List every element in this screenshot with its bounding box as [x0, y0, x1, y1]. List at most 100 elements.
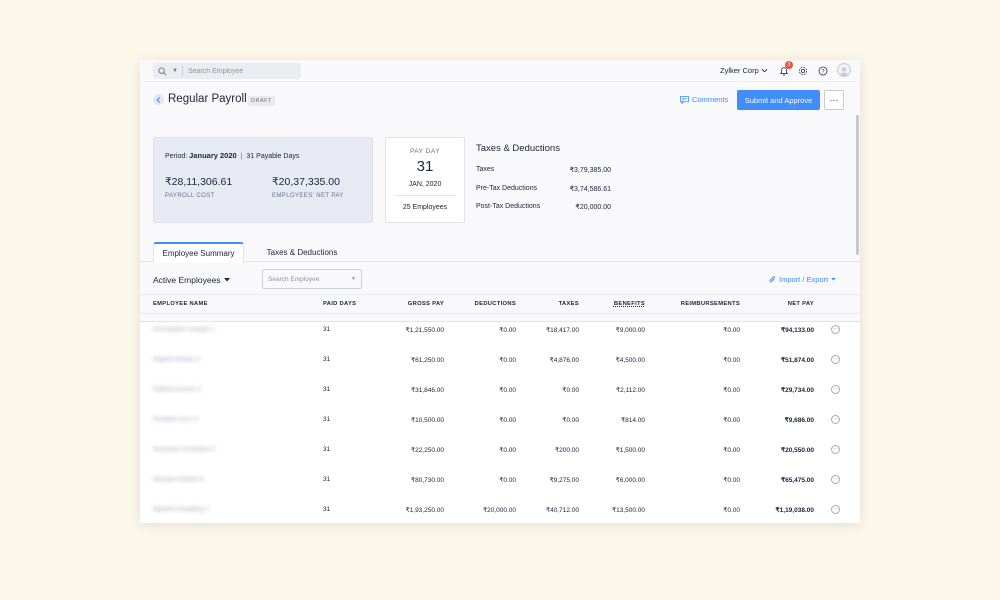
payable-days: 31 Payable Days — [246, 153, 300, 160]
column-header-benefits[interactable]: BENEFITS — [585, 301, 645, 307]
more-options-button[interactable]: ··· — [824, 90, 844, 110]
employee-name[interactable]: Sathish Kumar 3 — [153, 386, 201, 393]
pre-tax-label: Pre-Tax Deductions — [476, 185, 538, 192]
taxes-cell: ₹0.00 — [562, 387, 579, 394]
gear-icon[interactable] — [796, 64, 810, 78]
table-row[interactable]: Manish Chowdhry 7 31 ₹1,93,250.00 ₹20,000.0… — [140, 495, 860, 523]
column-header-net-pay[interactable]: NET PAY — [754, 301, 814, 307]
column-header-reimbursements[interactable]: REIMBURSEMENTS — [660, 301, 740, 307]
reimbursements-cell: ₹0.00 — [723, 507, 740, 514]
employee-name[interactable]: Manish Chowdhry 7 — [153, 506, 210, 513]
benefits-cell: ₹13,500.00 — [611, 507, 645, 514]
divider — [396, 195, 456, 196]
table-row[interactable]: Sathish Kumar 3 31 ₹31,846.00 ₹0.00 ₹0.00 ₹2,… — [140, 375, 860, 405]
employee-name[interactable]: Kumaran Chandran 5 — [153, 446, 215, 453]
gross-pay-cell: ₹80,730.00 — [410, 477, 444, 484]
period-prefix: Period: — [165, 153, 188, 160]
reimbursements-cell: ₹0.00 — [723, 417, 740, 424]
net-pay-cell: ₹20,550.00 — [780, 447, 814, 454]
chevron-left-icon — [156, 96, 161, 103]
employee-name[interactable]: Christopher Joseph 1 — [153, 326, 215, 333]
taxes-cell: ₹4,876.00 — [549, 357, 579, 364]
payroll-cost-label: PAYROLL COST — [165, 193, 215, 199]
reimbursements-cell: ₹0.00 — [723, 327, 740, 334]
taxes-cell: ₹0.00 — [562, 417, 579, 424]
net-pay-cell: ₹9,686.00 — [784, 417, 814, 424]
row-more-options-icon[interactable]: ··· — [831, 355, 840, 364]
page-title: Regular Payroll — [168, 93, 247, 105]
net-pay-cell: ₹1,19,038.00 — [775, 507, 814, 514]
period-card: Period: January 2020 | 31 Payable Days ₹… — [153, 137, 373, 223]
row-more-options-icon[interactable]: ··· — [831, 505, 840, 514]
chevron-down-icon[interactable]: ▼ — [172, 68, 178, 74]
net-pay-cell: ₹94,133.00 — [780, 327, 814, 334]
pre-tax-value: ₹3,74,586.61 — [569, 186, 611, 193]
employee-name[interactable]: Gautam Karthik 6 — [153, 476, 204, 483]
comments-link[interactable]: Comments — [680, 95, 728, 104]
benefits-cell: ₹1,500.00 — [615, 447, 645, 454]
table-row[interactable]: Christopher Joseph 1 31 ₹1,21,550.00 ₹0.00 ₹… — [140, 315, 860, 345]
org-switcher[interactable]: Zylker Corp — [720, 66, 768, 75]
table-row[interactable]: Pandian Arun 4 31 ₹10,500.00 ₹0.00 ₹0.00 ₹814… — [140, 405, 860, 435]
benefits-cell: ₹6,000.00 — [615, 477, 645, 484]
chevron-down-icon[interactable]: ▼ — [351, 276, 356, 282]
column-header-deductions[interactable]: DEDUCTIONS — [456, 301, 516, 307]
deductions-cell: ₹0.00 — [499, 327, 516, 334]
employee-name[interactable]: Pandian Arun 4 — [153, 416, 197, 423]
employee-name[interactable]: Rajesh Mohan 2 — [153, 356, 200, 363]
paid-days-cell: 31 — [323, 326, 331, 333]
avatar[interactable] — [837, 63, 851, 77]
table-row[interactable]: Kumaran Chandran 5 31 ₹22,250.00 ₹0.00 ₹200.… — [140, 435, 860, 465]
help-icon[interactable]: ? — [816, 64, 830, 78]
column-header-employee-name[interactable]: EMPLOYEE NAME — [153, 301, 208, 307]
deductions-cell: ₹0.00 — [499, 357, 516, 364]
benefits-cell: ₹814.00 — [620, 417, 645, 424]
top-bar: ▼ Zylker Corp 3 ? — [140, 60, 860, 82]
search-icon[interactable] — [158, 65, 170, 77]
search-input[interactable] — [187, 67, 298, 75]
benefits-cell: ₹2,112.00 — [616, 387, 645, 394]
net-pay-cell: ₹51,874.00 — [780, 357, 814, 364]
tab-taxes-deductions[interactable]: Taxes & Deductions — [258, 242, 346, 263]
taxes-deductions-title: Taxes & Deductions — [476, 143, 560, 154]
row-more-options-icon[interactable]: ··· — [831, 475, 840, 484]
page-header: Regular Payroll DRAFT Comments Submit an… — [140, 82, 860, 120]
table-row[interactable]: Rajesh Mohan 2 31 ₹61,250.00 ₹0.00 ₹4,876.00… — [140, 345, 860, 375]
row-more-options-icon[interactable]: ··· — [831, 325, 840, 334]
post-tax-label: Post-Tax Deductions — [476, 203, 541, 210]
net-pay-cell: ₹29,734.00 — [780, 387, 814, 394]
caret-down-icon — [223, 278, 230, 282]
payroll-summary: Period: January 2020 | 31 Payable Days ₹… — [140, 120, 860, 322]
scrollbar[interactable] — [856, 115, 859, 255]
column-header-paid-days[interactable]: PAID DAYS — [323, 301, 356, 307]
comments-label: Comments — [692, 95, 729, 104]
import-export-button[interactable]: Import / Export — [769, 275, 836, 284]
back-button[interactable] — [153, 94, 164, 105]
paperclip-icon — [769, 275, 776, 282]
paid-days-cell: 31 — [323, 446, 331, 453]
column-header-taxes[interactable]: TAXES — [519, 301, 579, 307]
paid-days-cell: 31 — [323, 356, 331, 363]
table-row[interactable]: Gautam Karthik 6 31 ₹80,730.00 ₹0.00 ₹9,275.… — [140, 465, 860, 495]
net-pay-label: EMPLOYEES' NET PAY — [272, 193, 344, 199]
row-more-options-icon[interactable]: ··· — [831, 385, 840, 394]
employee-search[interactable]: ▼ — [262, 269, 362, 289]
employee-filter-dropdown[interactable]: Active Employees — [153, 275, 230, 285]
row-more-options-icon[interactable]: ··· — [831, 445, 840, 454]
employee-search-input[interactable] — [268, 275, 348, 283]
payroll-cost-value: ₹28,11,306.61 — [165, 176, 233, 188]
deductions-cell: ₹0.00 — [499, 447, 516, 454]
gross-pay-cell: ₹31,846.00 — [410, 387, 444, 394]
submit-approve-button[interactable]: Submit and Approve — [737, 90, 820, 110]
row-more-options-icon[interactable]: ··· — [831, 415, 840, 424]
net-pay-value: ₹20,37,335.00 — [272, 176, 340, 188]
taxes-cell: ₹9,275.00 — [549, 477, 579, 484]
tab-employee-summary[interactable]: Employee Summary — [153, 242, 244, 263]
column-header-gross-pay[interactable]: GROSS PAY — [384, 301, 444, 307]
period-value: January 2020 — [189, 151, 237, 160]
reimbursements-cell: ₹0.00 — [723, 357, 740, 364]
global-search[interactable]: ▼ — [153, 63, 301, 79]
app-window: ▼ Zylker Corp 3 ? Regular Payroll DRAFT — [140, 60, 860, 523]
reimbursements-cell: ₹0.00 — [723, 447, 740, 454]
bell-icon[interactable]: 3 — [777, 61, 793, 78]
